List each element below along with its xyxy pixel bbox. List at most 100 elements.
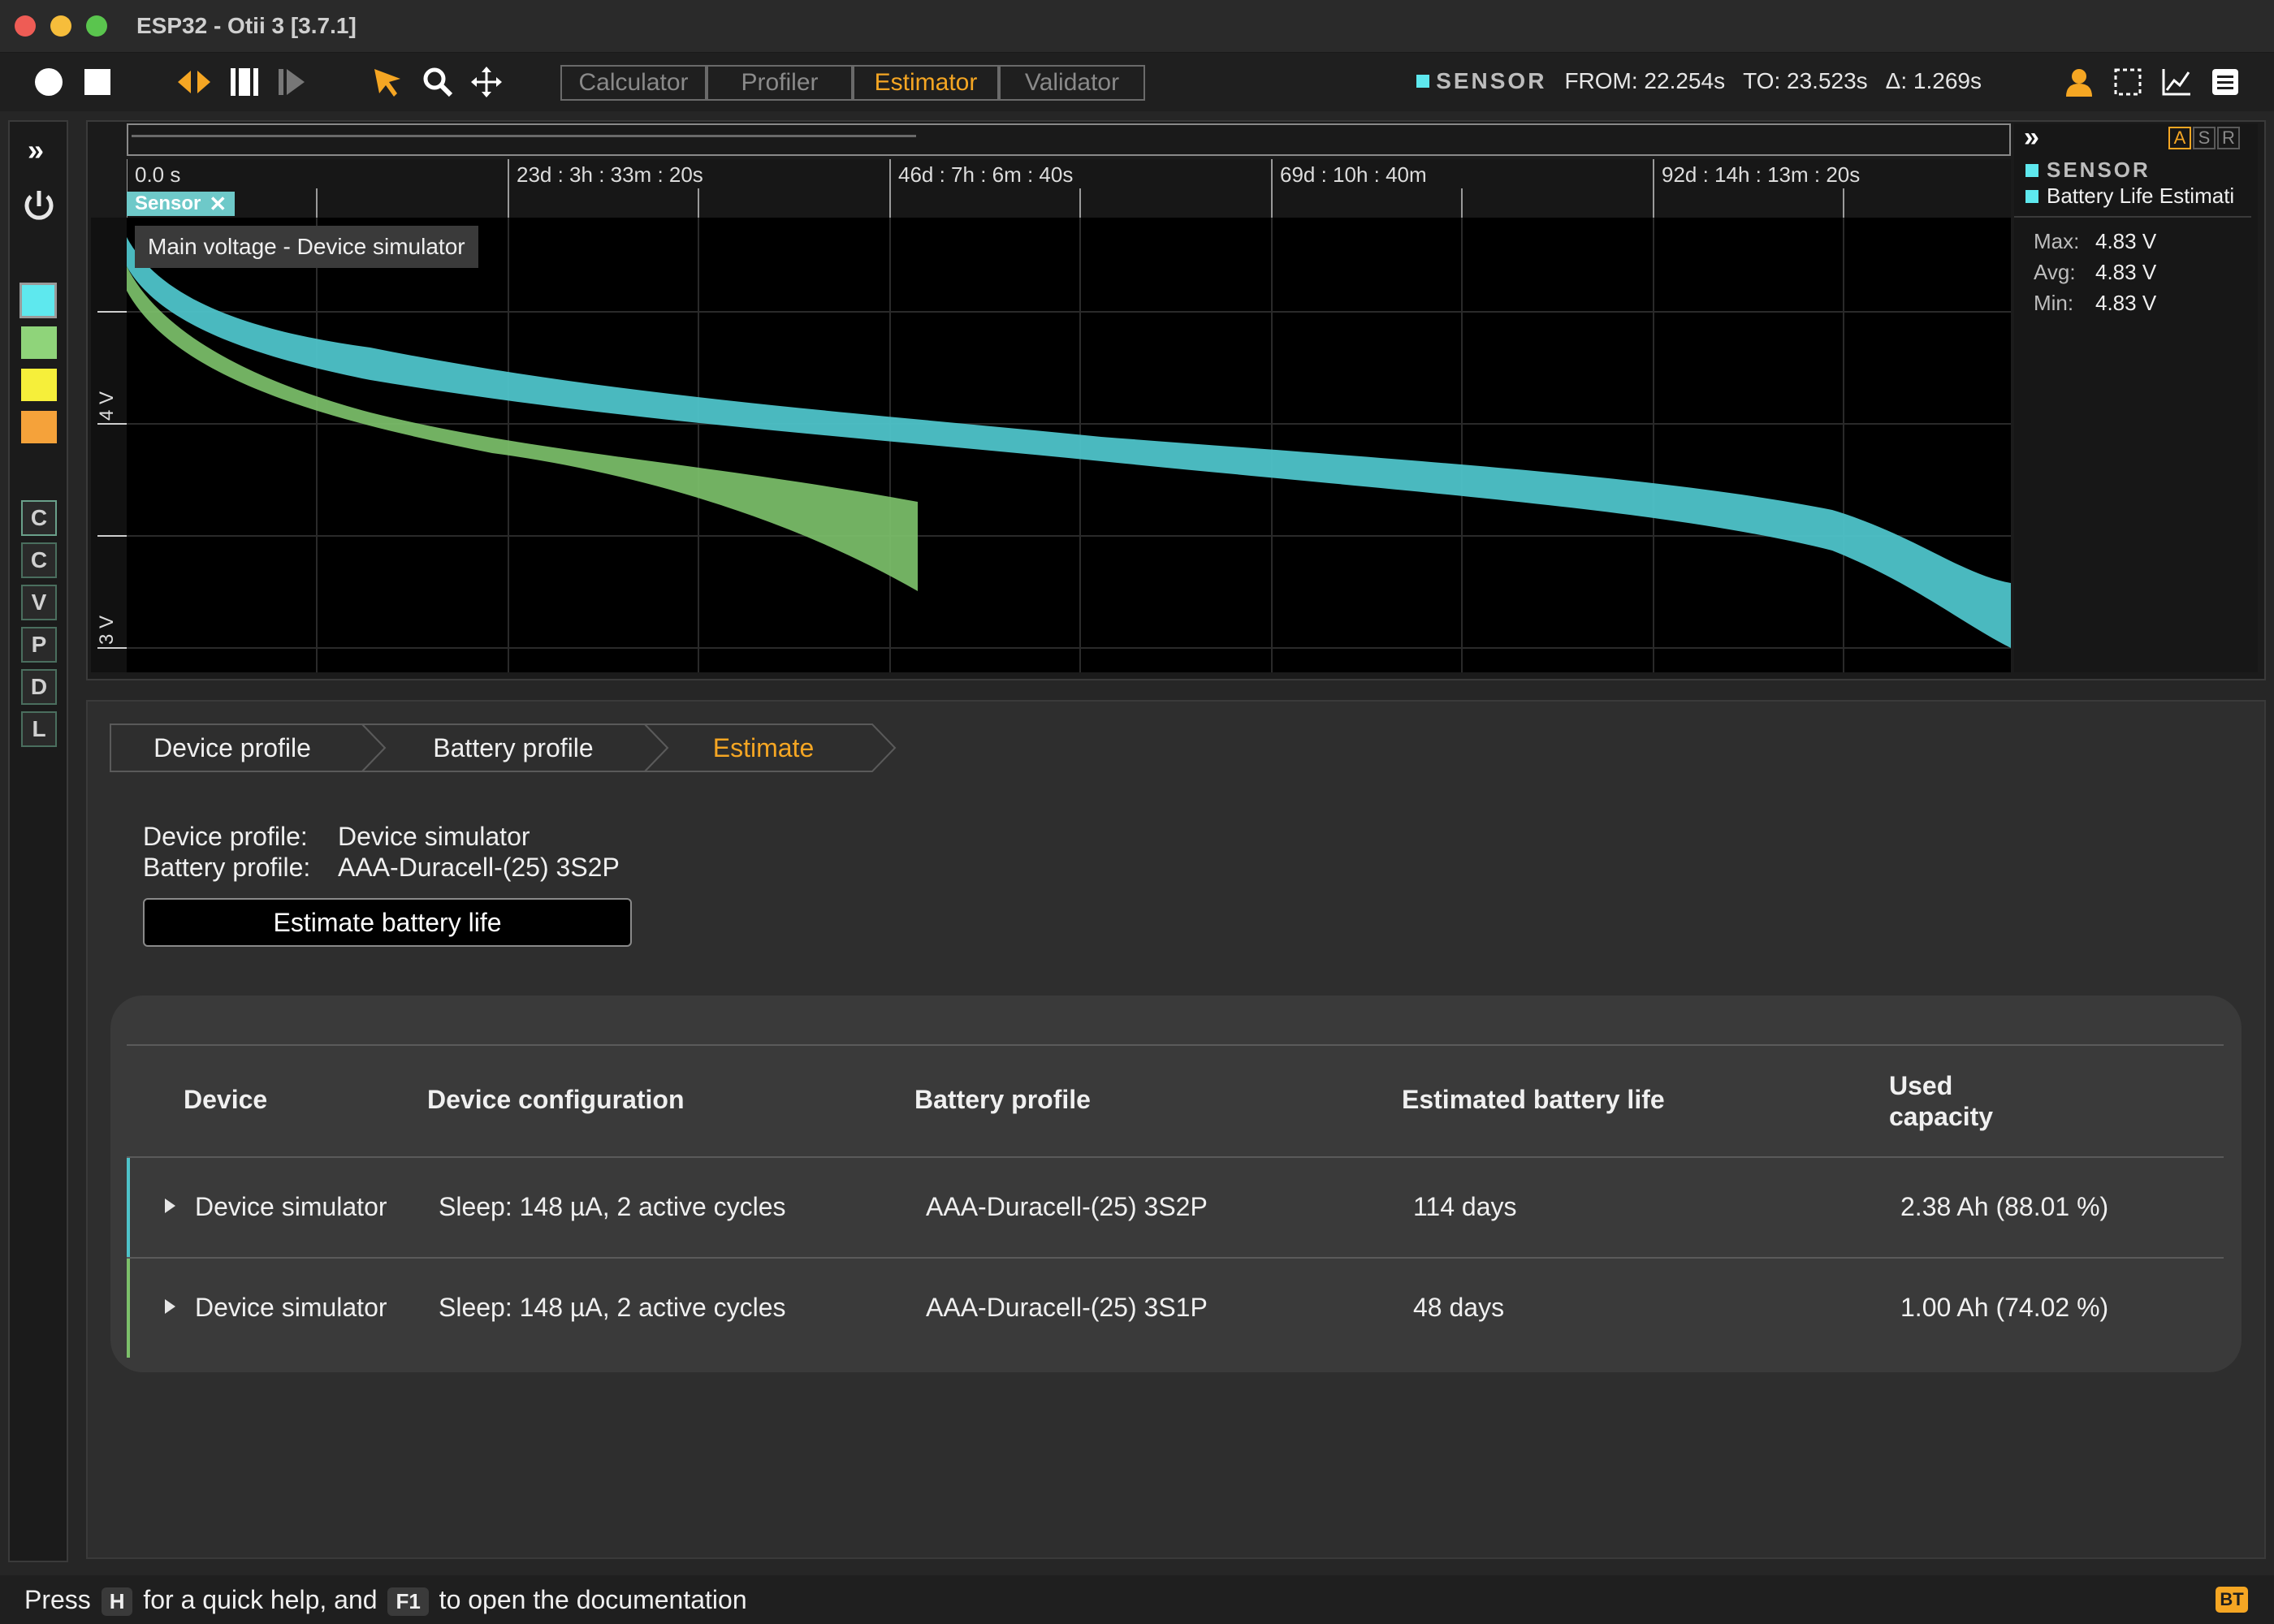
legend-swatch [2025,163,2038,177]
time-tick: 69d : 10h : 40m [1280,162,1427,187]
tab-profiler[interactable]: Profiler [707,65,853,101]
power-button[interactable] [21,188,57,228]
expand-row-button[interactable] [162,1298,177,1320]
zoom-tool[interactable] [417,53,458,111]
cell-capacity: 1.00 Ah (74.02 %) [1900,1293,2109,1322]
record-icon [35,68,63,96]
help-end: to open the documentation [439,1585,747,1614]
record-button[interactable] [29,53,68,111]
channel-color-cyan[interactable] [19,283,57,318]
user-button[interactable] [2060,53,2099,111]
chevron-right-icon [165,1299,175,1314]
toggle-s-button[interactable]: S [2193,127,2216,149]
channel-button-d[interactable]: D [21,669,57,705]
minimize-window-button[interactable] [50,15,71,37]
maximize-window-button[interactable] [86,15,107,37]
tab-estimator[interactable]: Estimator [853,65,999,101]
tab-validator[interactable]: Validator [999,65,1145,101]
key-f1: F1 [387,1587,429,1616]
channel-button-p[interactable]: P [21,627,57,663]
stat-min-label: Min: [2034,291,2074,315]
selection-button[interactable] [2108,53,2147,111]
move-icon [471,67,502,97]
expand-rail-button[interactable]: » [28,133,44,167]
cell-life: 114 days [1413,1192,1517,1221]
help-middle: for a quick help, and [143,1585,378,1614]
header-device-configuration[interactable]: Device configuration [427,1085,685,1115]
device-profile-value: Device simulator [338,822,530,851]
channel-button-c1[interactable]: C [21,500,57,536]
stop-icon [84,69,110,95]
stat-max-label: Max: [2034,229,2080,253]
move-tool[interactable] [466,53,507,111]
sensor-chip-label: Sensor [135,192,201,214]
header-battery-profile[interactable]: Battery profile [914,1085,1091,1115]
tab-calculator[interactable]: Calculator [560,65,707,101]
sensor-color-swatch [1416,75,1430,88]
row-accent [127,1158,130,1257]
cell-life: 48 days [1413,1293,1505,1322]
time-tick: 92d : 14h : 13m : 20s [1662,162,1861,187]
header-used-capacity[interactable]: Used capacity [1889,1070,2011,1132]
cell-battery: AAA-Duracell-(25) 3S2P [926,1192,1208,1221]
stat-min-value: 4.83 V [2095,291,2157,315]
breadcrumb-battery-profile[interactable]: Battery profile [370,724,656,771]
estimate-battery-life-button[interactable]: Estimate battery life [143,898,632,947]
row-accent [127,1259,130,1358]
voltage-plot[interactable] [127,218,2011,672]
close-icon[interactable]: ✕ [209,192,227,217]
toggle-a-button[interactable]: A [2168,127,2191,149]
expand-row-button[interactable] [162,1197,177,1219]
table-divider [127,1044,2224,1046]
breadcrumb-estimate[interactable]: Estimate [658,724,869,771]
time-tick: 23d : 3h : 33m : 20s [517,162,703,187]
chart-button[interactable] [2157,53,2196,111]
window-title: ESP32 - Otii 3 [3.7.1] [136,13,357,38]
channel-button-c2[interactable]: C [21,542,57,578]
table-divider [127,1156,2224,1158]
timeline-overview[interactable] [127,123,2011,156]
plot-tooltip: Main voltage - Device simulator [135,226,478,268]
legend-sensor[interactable]: SENSOR [2025,158,2151,183]
channel-button-v[interactable]: V [21,585,57,620]
cell-capacity: 2.38 Ah (88.01 %) [1900,1192,2109,1221]
legend-sensor-label: SENSOR [2047,158,2151,182]
header-device[interactable]: Device [184,1085,267,1115]
channel-button-l[interactable]: L [21,711,57,747]
y-axis: 4 V 3 V [91,218,127,672]
help-hint: Press H for a quick help, and F1 to open… [24,1585,747,1616]
table-divider [127,1257,2224,1259]
header-estimated-battery-life[interactable]: Estimated battery life [1402,1085,1665,1115]
battery-profile-label: Battery profile: [143,853,311,882]
y-tick: 3 V [96,615,118,646]
expand-legend-button[interactable]: » [2024,122,2039,153]
close-window-button[interactable] [15,15,36,37]
cell-device: Device simulator [195,1192,387,1221]
stat-avg-label: Avg: [2034,260,2076,284]
chevron-right-icon [165,1199,175,1213]
key-h: H [101,1587,133,1616]
sensor-chip[interactable]: Sensor ✕ [127,192,236,217]
split-arrows-icon [178,71,210,93]
columns-button[interactable] [224,53,265,111]
cursor-icon [374,69,400,97]
legend-series-label: Battery Life Estimati [2047,184,2235,208]
channel-color-yellow[interactable] [21,369,57,401]
cell-battery: AAA-Duracell-(25) 3S1P [926,1293,1208,1322]
sensor-label: SENSOR [1436,68,1547,93]
split-button[interactable] [174,53,214,111]
toggle-r-button[interactable]: R [2217,127,2240,149]
step-forward-button[interactable] [271,53,312,111]
legend-series[interactable]: Battery Life Estimati [2025,184,2253,209]
stop-button[interactable] [78,53,117,111]
channel-color-orange[interactable] [21,411,57,443]
bluetooth-badge[interactable]: BT [2216,1587,2248,1613]
cursor-tool[interactable] [367,53,408,111]
cell-device: Device simulator [195,1293,387,1322]
menu-button[interactable] [2206,53,2245,111]
breadcrumb-device-profile[interactable]: Device profile [110,724,354,771]
stat-max-value: 4.83 V [2095,229,2157,253]
timeline-range-bar [132,135,916,137]
battery-profile-value: AAA-Duracell-(25) 3S2P [338,853,620,882]
channel-color-green[interactable] [21,326,57,359]
